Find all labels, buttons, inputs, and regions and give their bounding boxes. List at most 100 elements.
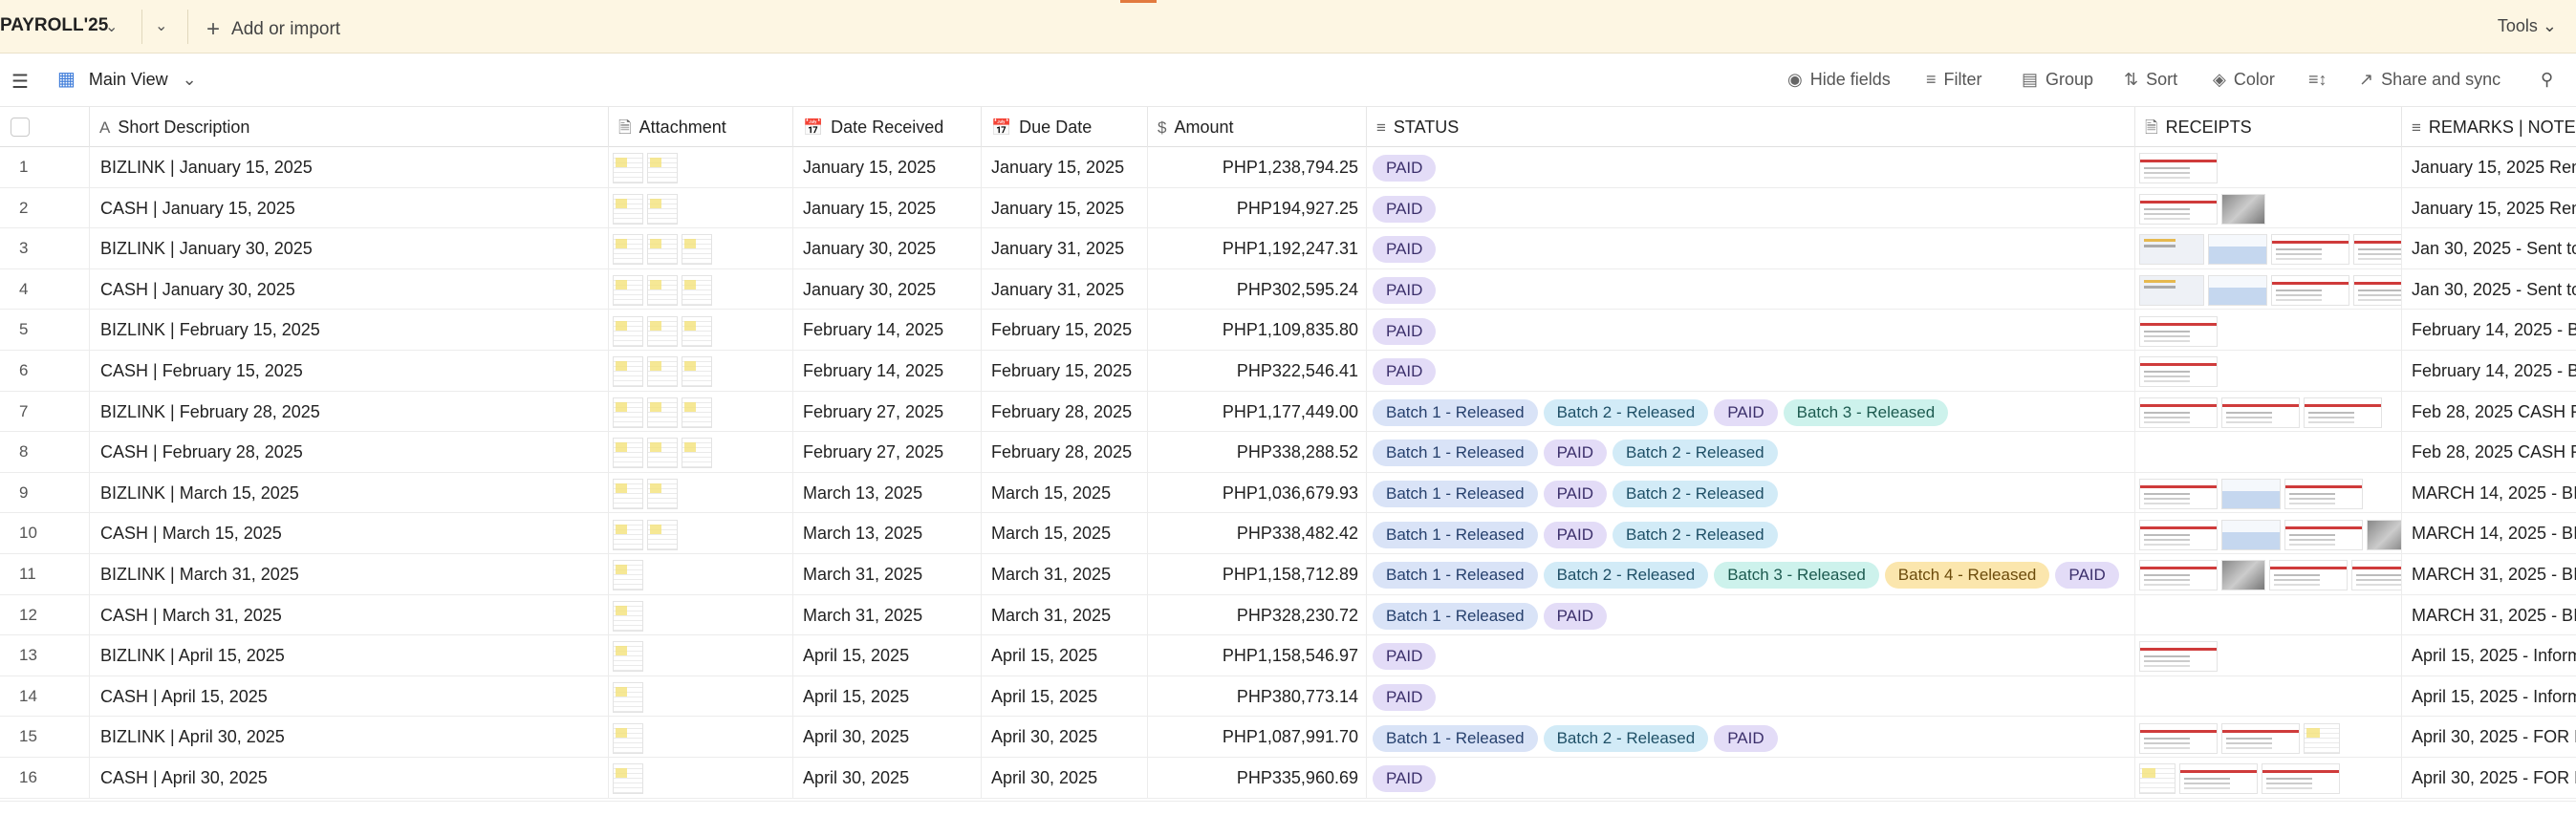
date-received-cell[interactable]: February 27, 2025 [793,432,982,473]
date-received-cell[interactable]: March 13, 2025 [793,513,982,554]
attachment-thumbnail[interactable] [682,275,712,307]
receipt-thumbnail[interactable] [2269,560,2348,591]
amount-cell[interactable]: PHP380,773.14 [1148,676,1367,717]
attachment-thumbnail[interactable] [647,356,678,388]
date-received-cell[interactable]: February 27, 2025 [793,391,982,432]
due-date-cell[interactable]: March 31, 2025 [982,594,1148,635]
table-row[interactable]: 5 BIZLINK | February 15, 2025 February 14,… [0,310,2576,351]
due-date-cell[interactable]: February 28, 2025 [982,432,1148,473]
receipts-cell[interactable] [2135,554,2402,594]
receipts-cell[interactable] [2135,351,2402,391]
attachment-cell[interactable] [609,147,793,187]
table-row[interactable]: 10 CASH | March 15, 2025 March 13, 2025 Mar… [0,513,2576,554]
short-description-cell[interactable]: BIZLINK | April 15, 2025 [90,635,609,676]
menu-icon[interactable]: ☰ [11,70,29,94]
due-date-cell[interactable]: March 15, 2025 [982,472,1148,513]
receipt-thumbnail[interactable] [2221,560,2265,591]
date-received-cell[interactable]: April 15, 2025 [793,676,982,717]
receipt-thumbnail[interactable] [2351,560,2401,591]
short-description-cell[interactable]: BIZLINK | March 15, 2025 [90,472,609,513]
remarks-cell[interactable]: Feb 28, 2025 CASH RE [2402,392,2576,432]
status-cell[interactable]: Batch 1 - Released PAID [1367,594,2135,635]
receipt-thumbnail[interactable] [2139,641,2218,673]
date-received-cell[interactable]: February 14, 2025 [793,351,982,391]
attachment-thumbnail[interactable] [682,315,712,347]
attachment-cell[interactable] [609,432,793,473]
filter-button[interactable]: ≡ Filter [1926,70,1982,90]
status-cell[interactable]: PAID [1367,635,2135,676]
receipt-thumbnail[interactable] [2208,234,2267,266]
table-row[interactable]: 11 BIZLINK | March 31, 2025 March 31, 2025… [0,554,2576,595]
attachment-thumbnail[interactable] [613,479,643,510]
date-received-cell[interactable]: April 30, 2025 [793,717,982,758]
attachment-cell[interactable] [609,268,793,310]
attachment-cell[interactable] [609,554,793,594]
due-date-cell[interactable]: February 28, 2025 [982,391,1148,432]
remarks-cell[interactable]: MARCH 14, 2025 - BIZ [2402,473,2576,513]
attachment-thumbnail[interactable] [613,153,643,184]
short-description-cell[interactable]: BIZLINK | March 31, 2025 [90,554,609,594]
receipt-thumbnail[interactable] [2262,763,2340,795]
share-and-sync-button[interactable]: ↗ Share and sync [2359,70,2500,90]
header-date-received[interactable]: 📅 Date Received [793,107,982,147]
amount-cell[interactable]: PHP1,036,679.93 [1148,472,1367,513]
attachment-cell[interactable] [609,310,793,351]
hide-fields-button[interactable]: ◉ Hide fields [1787,70,1891,90]
amount-cell[interactable]: PHP1,158,712.89 [1148,554,1367,594]
remarks-cell[interactable]: April 30, 2025 - FOR B [2402,758,2576,798]
attachment-cell[interactable] [609,472,793,513]
receipt-thumbnail[interactable] [2353,234,2401,266]
receipt-thumbnail[interactable] [2139,234,2204,266]
receipts-cell[interactable] [2135,513,2402,554]
table-row[interactable]: 3 BIZLINK | January 30, 2025 January 30, 2… [0,228,2576,269]
receipt-thumbnail[interactable] [2139,560,2218,591]
date-received-cell[interactable]: March 31, 2025 [793,554,982,594]
receipts-cell[interactable] [2135,310,2402,351]
header-remarks[interactable]: ≡ REMARKS | NOTES [2402,107,2576,147]
receipt-thumbnail[interactable] [2139,356,2218,388]
remarks-cell[interactable]: Jan 30, 2025 - Sent to [2402,269,2576,310]
receipt-thumbnail[interactable] [2367,519,2401,550]
search-icon[interactable]: ⚲ [2541,70,2553,90]
receipts-cell[interactable] [2135,758,2402,798]
table-row[interactable]: 15 BIZLINK | April 30, 2025 April 30, 2025… [0,717,2576,758]
remarks-cell[interactable]: Jan 30, 2025 - Sent to [2402,228,2576,268]
attachment-thumbnail[interactable] [613,600,643,632]
date-received-cell[interactable]: January 30, 2025 [793,228,982,269]
attachment-thumbnail[interactable] [682,356,712,388]
header-status[interactable]: ≡ STATUS [1367,107,2135,147]
receipt-thumbnail[interactable] [2284,519,2363,550]
table-row[interactable]: 8 CASH | February 28, 2025 February 27, 20… [0,432,2576,473]
receipts-cell[interactable] [2135,187,2402,228]
attachment-thumbnail[interactable] [613,682,643,714]
receipt-thumbnail[interactable] [2139,153,2218,184]
amount-cell[interactable]: PHP1,087,991.70 [1148,717,1367,758]
color-button[interactable]: ◈ Color [2213,70,2275,90]
status-cell[interactable]: Batch 1 - Released Batch 2 - Released Batc… [1367,554,2135,594]
remarks-cell[interactable]: January 15, 2025 Remarks [2402,147,2576,187]
chevron-down-icon[interactable]: ⌄ [155,16,167,35]
receipt-thumbnail[interactable] [2271,234,2349,266]
status-cell[interactable]: Batch 1 - Released PAID Batch 2 - Released [1367,432,2135,473]
status-cell[interactable]: PAID [1367,351,2135,391]
header-amount[interactable]: $ Amount [1148,107,1367,147]
attachment-thumbnail[interactable] [682,234,712,266]
short-description-cell[interactable]: CASH | January 15, 2025 [90,187,609,228]
short-description-cell[interactable]: CASH | April 15, 2025 [90,676,609,717]
date-received-cell[interactable]: January 15, 2025 [793,147,982,187]
date-received-cell[interactable]: January 15, 2025 [793,187,982,228]
remarks-cell[interactable]: April 15, 2025 - Inform [2402,676,2576,717]
attachment-cell[interactable] [609,717,793,758]
due-date-cell[interactable]: February 15, 2025 [982,310,1148,351]
receipts-cell[interactable] [2135,717,2402,758]
receipts-cell[interactable] [2135,472,2402,513]
receipt-thumbnail[interactable] [2304,722,2340,754]
status-cell[interactable]: PAID [1367,676,2135,717]
attachment-thumbnail[interactable] [647,315,678,347]
table-row[interactable]: 7 BIZLINK | February 28, 2025 February 27,… [0,391,2576,433]
select-all-checkbox[interactable] [11,118,30,137]
sort-button[interactable]: ⇅ Sort [2124,70,2177,90]
amount-cell[interactable]: PHP194,927.25 [1148,187,1367,228]
amount-cell[interactable]: PHP335,960.69 [1148,758,1367,798]
attachment-thumbnail[interactable] [647,519,678,550]
